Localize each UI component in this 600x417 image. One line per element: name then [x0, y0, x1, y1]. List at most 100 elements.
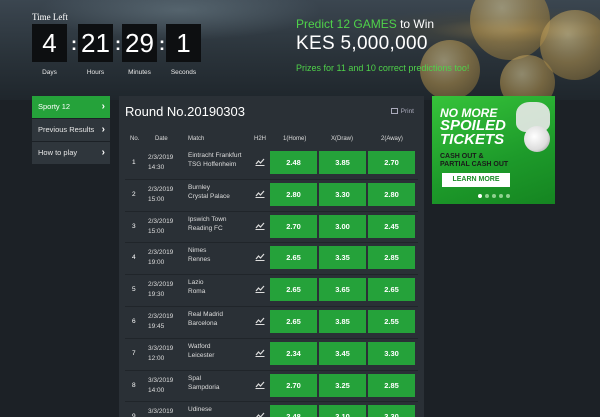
- odds-draw-button[interactable]: 3.25: [319, 373, 366, 397]
- match-time: 19:45: [148, 323, 165, 330]
- table-row: 9 3/3/2019 Udinese 2.48 3.10 3.30: [125, 402, 418, 417]
- promo-amount: KES 5,000,000: [296, 33, 428, 54]
- odds-draw-button[interactable]: 3.10: [319, 405, 366, 417]
- odds-draw-button[interactable]: 3.65: [319, 278, 366, 302]
- home-team: Nimes: [188, 247, 207, 255]
- odds-home-button[interactable]: 2.80: [270, 182, 317, 206]
- odds-home-button[interactable]: 2.65: [270, 278, 317, 302]
- odds-away-button[interactable]: 2.80: [368, 182, 415, 206]
- header-away: 2(Away): [381, 136, 403, 142]
- odds-away-button[interactable]: 3.30: [368, 341, 415, 365]
- odds-draw-button[interactable]: 3.00: [319, 214, 366, 238]
- odds-draw-button[interactable]: 3.85: [319, 151, 366, 174]
- nav-item-previous-results[interactable]: Previous Results ›: [32, 119, 110, 141]
- printer-icon: [390, 108, 398, 114]
- match-teams: Burnley Crystal Palace: [188, 183, 250, 201]
- carousel-dot[interactable]: [498, 194, 503, 198]
- odds-home-button[interactable]: 2.65: [270, 310, 317, 333]
- nav-item-label: Previous Results: [38, 125, 95, 134]
- match-datetime: 2/3/2019 15:00: [148, 185, 173, 205]
- odds-home-button[interactable]: 2.70: [270, 214, 317, 238]
- carousel-dots[interactable]: [432, 194, 555, 198]
- match-date: 2/3/2019: [148, 313, 174, 320]
- match-datetime: 2/3/2019 19:45: [148, 312, 173, 332]
- match-datetime: 3/3/2019 12:00: [148, 344, 173, 364]
- match-date: 2/3/2019: [148, 154, 174, 161]
- header-home: 1(Home): [283, 136, 307, 142]
- odds-home-button[interactable]: 2.70: [270, 373, 317, 397]
- odds-away-button[interactable]: 2.70: [368, 151, 415, 174]
- odds-home-button[interactable]: 2.65: [270, 246, 317, 270]
- away-team: Crystal Palace: [188, 192, 230, 200]
- carousel-dot[interactable]: [491, 194, 496, 198]
- promo-ad-banner[interactable]: NO MORE SPOILED TICKETS CASH OUT & PARTI…: [432, 96, 555, 204]
- time-left-label: Time Left: [32, 12, 68, 22]
- away-team: Reading FC: [188, 224, 223, 232]
- match-number: 6: [132, 318, 136, 325]
- print-label: Print: [400, 108, 414, 115]
- nav-item-label: How to play: [38, 148, 78, 157]
- odds-draw-button[interactable]: 3.45: [319, 341, 366, 365]
- h2h-chart-icon[interactable]: [255, 285, 265, 294]
- match-number: 7: [132, 349, 136, 357]
- match-time: 15:00: [148, 227, 165, 235]
- odds-away-button[interactable]: 2.85: [368, 373, 415, 397]
- away-team: Rennes: [188, 256, 211, 264]
- chevron-right-icon: ›: [101, 124, 105, 135]
- odds-away-button[interactable]: 3.30: [368, 405, 415, 417]
- nav-item-how-to-play[interactable]: How to play ›: [32, 142, 110, 164]
- countdown-separator: :: [159, 34, 165, 54]
- match-datetime: 2/3/2019 15:00: [148, 217, 173, 237]
- carousel-dot[interactable]: [505, 194, 510, 198]
- match-time: 19:00: [148, 259, 165, 267]
- table-row: 7 3/3/2019 12:00 Watford Leicester 2.34 3.45 3.…: [125, 339, 418, 369]
- football-icon: [524, 126, 550, 152]
- chevron-right-icon: ›: [101, 147, 105, 158]
- match-teams: Udinese: [188, 405, 250, 414]
- odds-home-button[interactable]: 2.48: [270, 405, 317, 417]
- match-date: 3/3/2019: [148, 376, 174, 384]
- odds-draw-button[interactable]: 3.85: [319, 310, 366, 333]
- hero-banner: Time Left 4 21 : 29 : 1 : Days Hours Min…: [0, 0, 600, 100]
- countdown-separator: :: [71, 34, 77, 54]
- nav-item-sporty-12[interactable]: Sporty 12 ›: [32, 96, 110, 118]
- h2h-chart-icon[interactable]: [255, 158, 265, 166]
- header-match: Match: [188, 136, 205, 142]
- home-team: Eintracht Frankfurt: [188, 152, 242, 159]
- match-number: 8: [132, 381, 136, 389]
- match-date: 2/3/2019: [148, 217, 174, 225]
- chevron-right-icon: ›: [101, 101, 105, 112]
- h2h-chart-icon[interactable]: [255, 412, 265, 417]
- h2h-chart-icon[interactable]: [255, 349, 265, 357]
- match-datetime: 2/3/2019 19:00: [148, 248, 173, 268]
- odds-draw-button[interactable]: 3.35: [319, 246, 366, 270]
- carousel-dot[interactable]: [477, 194, 482, 198]
- print-button[interactable]: Print: [390, 108, 414, 115]
- learn-more-button[interactable]: LEARN MORE: [442, 173, 510, 187]
- match-number: 9: [132, 413, 136, 417]
- match-datetime: 3/3/2019: [148, 407, 173, 417]
- table-row: 1 2/3/2019 14:30 Eintracht Frankfurt TSG Hof…: [125, 148, 418, 178]
- promo-headline-green: Predict 12 GAMES: [296, 17, 397, 31]
- away-team: Barcelona: [188, 320, 218, 327]
- h2h-chart-icon[interactable]: [255, 253, 265, 262]
- carousel-dot[interactable]: [484, 194, 489, 198]
- match-time: 15:00: [148, 195, 165, 203]
- odds-draw-button[interactable]: 3.30: [319, 182, 366, 206]
- odds-away-button[interactable]: 2.45: [368, 214, 415, 238]
- countdown-minutes: 29: [122, 24, 157, 62]
- match-time: 14:30: [148, 164, 165, 171]
- odds-away-button[interactable]: 2.85: [368, 246, 415, 270]
- countdown-separator: :: [115, 34, 121, 54]
- table-row: 3 2/3/2019 15:00 Ipswich Town Reading FC 2.70…: [125, 212, 418, 242]
- h2h-chart-icon[interactable]: [255, 381, 265, 389]
- h2h-chart-icon[interactable]: [255, 190, 265, 198]
- odds-home-button[interactable]: 2.34: [270, 341, 317, 365]
- odds-home-button[interactable]: 2.48: [270, 151, 317, 174]
- odds-away-button[interactable]: 2.65: [368, 278, 415, 302]
- h2h-chart-icon[interactable]: [255, 222, 265, 230]
- ad-subtext-2: PARTIAL CASH OUT: [440, 161, 509, 168]
- odds-away-button[interactable]: 2.55: [368, 310, 415, 333]
- nav-item-label: Sporty 12: [38, 102, 71, 111]
- h2h-chart-icon[interactable]: [255, 317, 265, 325]
